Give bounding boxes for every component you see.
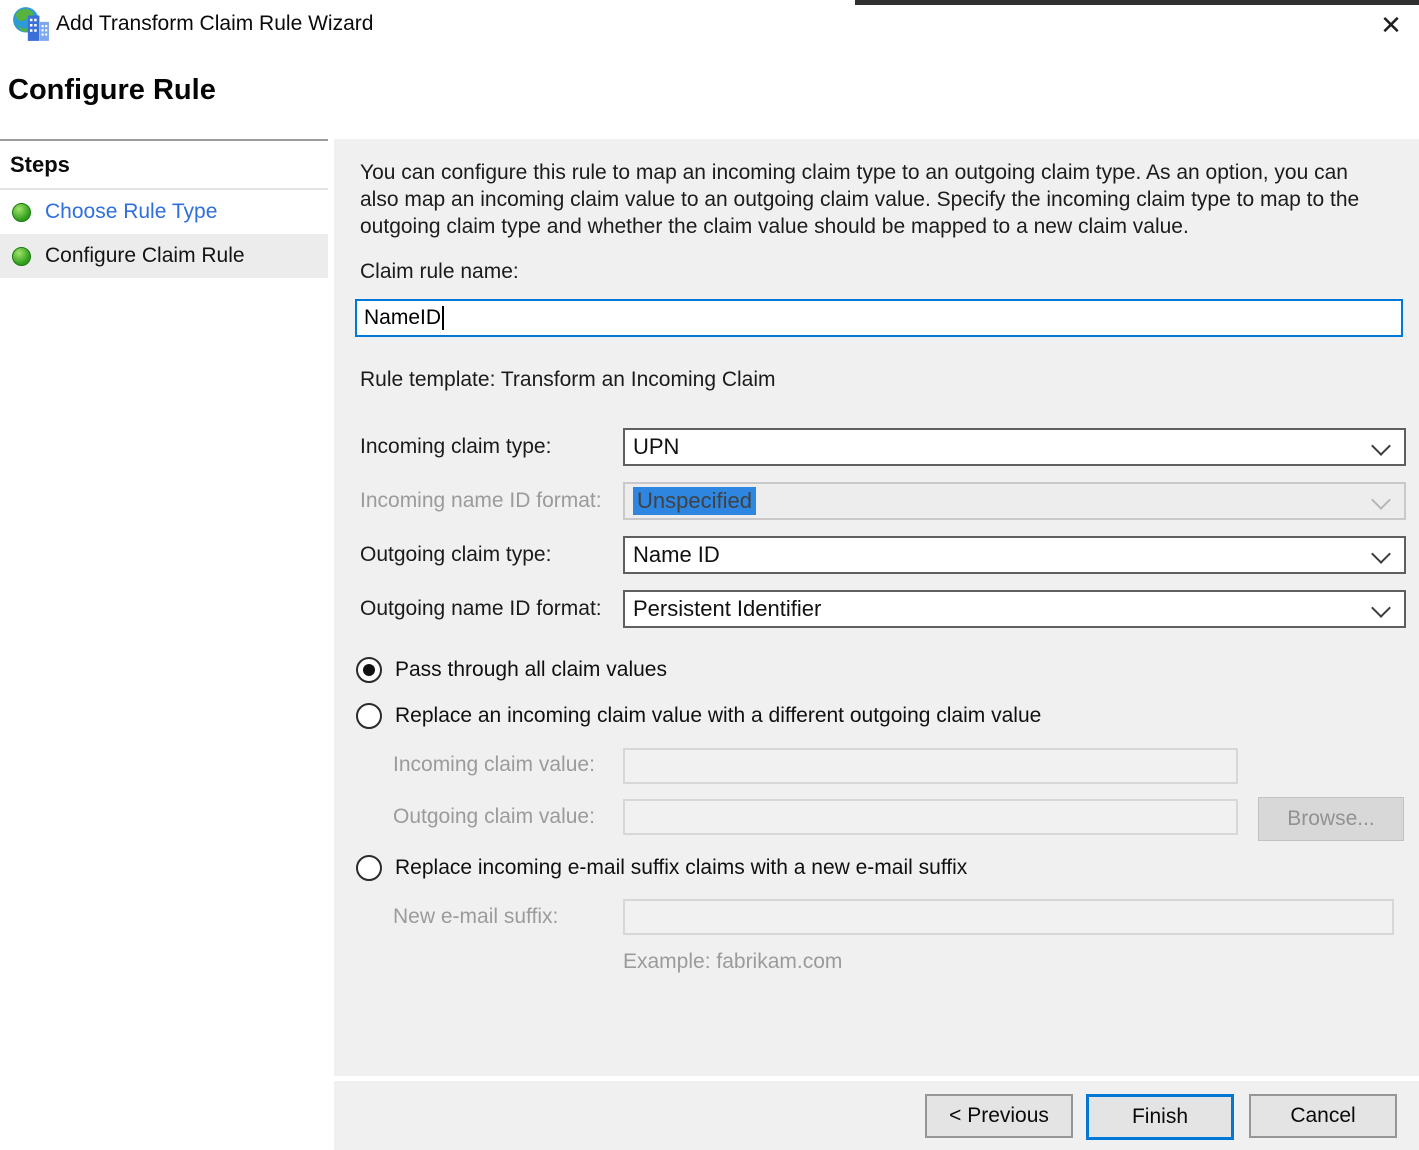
- steps-heading: Steps: [0, 141, 328, 190]
- option-label: Replace incoming e-mail suffix claims wi…: [395, 856, 967, 880]
- option-replace-claim-value[interactable]: Replace an incoming claim value with a d…: [356, 703, 1041, 729]
- chevron-down-icon: [1371, 598, 1391, 618]
- cancel-button[interactable]: Cancel: [1249, 1094, 1397, 1138]
- radio-unselected-icon[interactable]: [356, 855, 382, 881]
- incoming-claim-type-value: UPN: [633, 434, 679, 460]
- incoming-claim-value-label: Incoming claim value:: [393, 753, 595, 777]
- step-completed-icon: [12, 247, 31, 266]
- text-caret: [442, 306, 444, 330]
- claim-rule-name-input[interactable]: NameID: [355, 299, 1403, 337]
- rule-template-label: Rule template: Transform an Incoming Cla…: [360, 368, 776, 392]
- option-label: Pass through all claim values: [395, 658, 667, 682]
- outgoing-claim-type-dropdown[interactable]: Name ID: [623, 536, 1406, 574]
- page-title: Configure Rule: [8, 74, 216, 107]
- close-icon[interactable]: ✕: [1369, 6, 1413, 44]
- incoming-claim-type-label: Incoming claim type:: [360, 435, 551, 459]
- claim-rule-name-label: Claim rule name:: [360, 260, 519, 284]
- configure-rule-panel: You can configure this rule to map an in…: [334, 139, 1419, 1076]
- new-email-suffix-label: New e-mail suffix:: [393, 905, 558, 929]
- sidebar-item-configure-claim-rule[interactable]: Configure Claim Rule: [0, 234, 328, 278]
- outgoing-name-id-format-dropdown[interactable]: Persistent Identifier: [623, 590, 1406, 628]
- outgoing-name-id-format-label: Outgoing name ID format:: [360, 597, 602, 621]
- background-window-edge: [855, 0, 1419, 5]
- browse-button: Browse...: [1258, 797, 1404, 841]
- radio-unselected-icon[interactable]: [356, 703, 382, 729]
- finish-button[interactable]: Finish: [1086, 1094, 1234, 1140]
- window-title: Add Transform Claim Rule Wizard: [56, 12, 373, 36]
- chevron-down-icon: [1371, 436, 1391, 456]
- previous-button[interactable]: < Previous: [925, 1094, 1073, 1138]
- outgoing-claim-value-label: Outgoing claim value:: [393, 805, 595, 829]
- radio-selected-icon[interactable]: [356, 657, 382, 683]
- steps-sidebar: Steps Choose Rule Type Configure Claim R…: [0, 139, 328, 1150]
- sidebar-item-label: Configure Claim Rule: [45, 244, 245, 268]
- outgoing-claim-value-input: [623, 799, 1238, 835]
- outgoing-name-id-format-value: Persistent Identifier: [633, 596, 821, 622]
- step-completed-icon: [12, 203, 31, 222]
- incoming-claim-value-input: [623, 748, 1238, 784]
- adfs-app-icon: [12, 6, 50, 42]
- incoming-name-id-format-dropdown: Unspecified: [623, 482, 1406, 520]
- chevron-down-icon: [1371, 544, 1391, 564]
- option-label: Replace an incoming claim value with a d…: [395, 704, 1041, 728]
- incoming-claim-type-dropdown[interactable]: UPN: [623, 428, 1406, 466]
- wizard-footer: < Previous Finish Cancel: [334, 1081, 1419, 1150]
- email-suffix-example: Example: fabrikam.com: [623, 950, 842, 974]
- option-pass-through[interactable]: Pass through all claim values: [356, 657, 667, 683]
- incoming-name-id-format-value: Unspecified: [633, 487, 756, 515]
- chevron-down-icon: [1371, 490, 1391, 510]
- add-transform-claim-rule-wizard-dialog: Add Transform Claim Rule Wizard ✕ Config…: [0, 0, 1419, 1150]
- incoming-name-id-format-label: Incoming name ID format:: [360, 489, 602, 513]
- rule-description: You can configure this rule to map an in…: [360, 159, 1374, 240]
- outgoing-claim-type-value: Name ID: [633, 542, 720, 568]
- outgoing-claim-type-label: Outgoing claim type:: [360, 543, 551, 567]
- option-replace-email-suffix[interactable]: Replace incoming e-mail suffix claims wi…: [356, 855, 967, 881]
- claim-rule-name-value: NameID: [364, 306, 441, 329]
- sidebar-item-label: Choose Rule Type: [45, 200, 217, 224]
- new-email-suffix-input: [623, 899, 1394, 935]
- sidebar-item-choose-rule-type[interactable]: Choose Rule Type: [0, 190, 328, 234]
